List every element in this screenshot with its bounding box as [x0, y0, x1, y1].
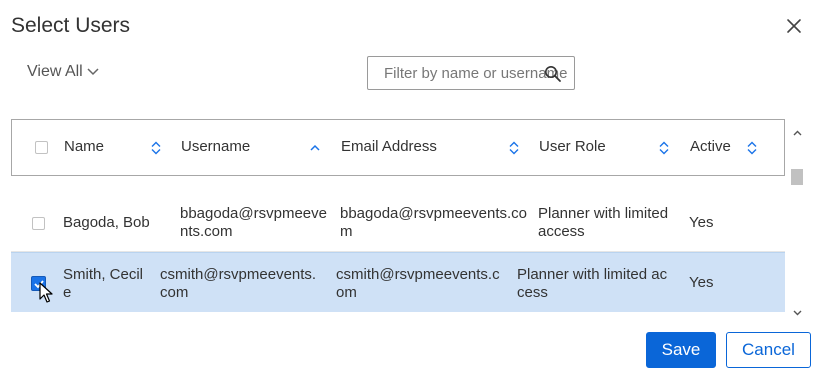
sort-icon[interactable]	[658, 141, 670, 160]
view-all-dropdown[interactable]: View All	[27, 63, 99, 81]
table-row[interactable]: Bagoda, Bob bbagoda@rsvpmeeve nts.com bba…	[11, 195, 785, 252]
cancel-button[interactable]: Cancel	[726, 332, 811, 368]
sort-icon[interactable]	[150, 141, 162, 160]
table-row-selected[interactable]: Smith, Cecil e csmith@rsvpmeevents. com cs…	[11, 252, 785, 312]
cell-email: bbagoda@rsvpmeevents.co m	[340, 205, 528, 240]
cell-name: Smith, Cecil e	[63, 266, 144, 301]
cell-active: Yes	[689, 214, 714, 231]
sort-icon[interactable]	[746, 141, 758, 160]
column-header-name[interactable]: Name	[64, 138, 104, 155]
search-icon[interactable]	[544, 65, 562, 88]
mouse-pointer-icon	[39, 282, 53, 309]
close-icon[interactable]	[783, 15, 805, 37]
cell-email: csmith@rsvpmeevents.c om	[336, 266, 500, 301]
save-button[interactable]: Save	[646, 332, 716, 368]
cell-role: Planner with limited access	[538, 205, 669, 240]
scrollbar-thumb[interactable]	[791, 169, 803, 185]
column-header-email[interactable]: Email Address	[341, 138, 437, 155]
dialog-title: Select Users	[11, 14, 131, 37]
cell-role: Planner with limited ac cess	[517, 266, 668, 301]
cell-name: Bagoda, Bob	[63, 214, 150, 231]
sort-icon[interactable]	[508, 141, 520, 160]
table-header: Name Username Email Address User Role Ac…	[11, 119, 785, 176]
vertical-scrollbar[interactable]	[789, 119, 806, 316]
row-checkbox[interactable]	[32, 217, 45, 230]
users-table: Name Username Email Address User Role Ac…	[11, 119, 785, 315]
sort-ascending-icon[interactable]	[309, 141, 321, 160]
chevron-down-icon	[87, 63, 99, 81]
column-header-username[interactable]: Username	[181, 138, 250, 155]
column-header-role[interactable]: User Role	[539, 138, 606, 155]
filter-box	[367, 56, 575, 90]
column-header-active[interactable]: Active	[690, 138, 731, 155]
cell-username: csmith@rsvpmeevents. com	[160, 266, 317, 301]
scroll-up-arrow-icon[interactable]	[793, 123, 802, 141]
select-all-checkbox[interactable]	[35, 141, 48, 154]
cell-active: Yes	[689, 274, 714, 291]
scroll-down-arrow-icon[interactable]	[793, 303, 802, 321]
cell-username: bbagoda@rsvpmeeve nts.com	[180, 205, 327, 240]
view-all-label: View All	[27, 63, 83, 80]
